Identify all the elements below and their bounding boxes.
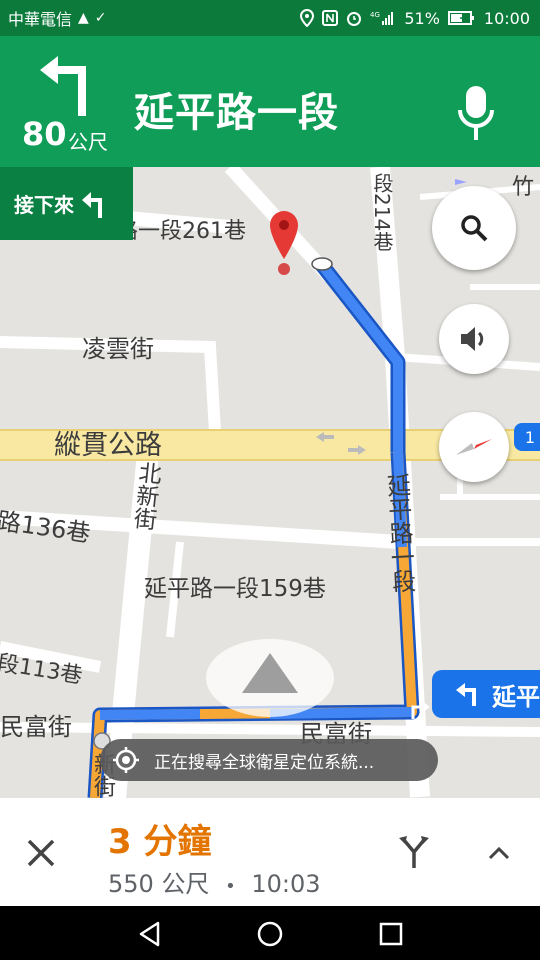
- system-navigation-bar: [0, 906, 540, 960]
- remaining-distance: 550 公尺: [108, 870, 210, 898]
- gps-banner-text: 正在搜尋全球衛星定位系統...: [154, 752, 375, 773]
- route-number-badge: 1: [514, 423, 540, 451]
- alarm-icon: [346, 10, 362, 26]
- clock: 10:00: [483, 8, 530, 28]
- nfc-icon: [322, 10, 339, 26]
- signal-4g-icon: 4G: [370, 10, 396, 26]
- next-label: 接下來: [14, 193, 74, 217]
- battery-percent: 51%: [404, 8, 440, 28]
- turn-left-arrow-icon: [40, 56, 86, 116]
- microphone-icon[interactable]: [456, 80, 496, 152]
- compass-button[interactable]: [439, 412, 509, 482]
- street-label-lane-159: 延平路一段159巷: [144, 576, 326, 602]
- street-label-lane-261: 路一段261巷: [116, 219, 246, 244]
- back-button-icon[interactable]: [136, 920, 164, 948]
- eta-separator: •: [225, 876, 236, 897]
- arrival-time: 10:03: [251, 870, 321, 898]
- current-location-marker: [206, 639, 334, 717]
- status-bar: 中華電信 ▲ ✓ 4G 51% 10:00: [0, 0, 540, 36]
- home-button-icon[interactable]: [256, 920, 284, 948]
- distance-value: 80: [22, 115, 67, 153]
- next-turn-left-icon: [82, 191, 102, 218]
- svg-text:4G: 4G: [370, 11, 380, 19]
- street-label-minfu-left: 民富街: [0, 713, 72, 741]
- search-icon: [461, 215, 488, 242]
- route-number: 1: [524, 427, 536, 447]
- alternate-routes-icon[interactable]: [396, 834, 432, 870]
- recents-button-icon[interactable]: [378, 921, 404, 947]
- street-label-yanping: 延平路一段: [381, 472, 417, 594]
- street-label-zhu: 竹: [512, 175, 535, 200]
- carrier-label: 中華電信: [8, 10, 73, 29]
- upcoming-street-name: 延平: [492, 682, 540, 711]
- trip-summary-panel[interactable]: 3 分鐘 550 公尺 • 10:03: [0, 798, 540, 906]
- distance-unit: 公尺: [68, 130, 108, 154]
- street-label-lane-214: 段214巷: [370, 173, 394, 252]
- battery-icon: [447, 10, 476, 26]
- upcoming-street-tag[interactable]: 延平: [432, 670, 540, 718]
- search-button[interactable]: [432, 186, 516, 270]
- eta-details: 550 公尺 • 10:03: [108, 864, 321, 899]
- eta-duration: 3 分鐘: [108, 822, 212, 862]
- close-icon[interactable]: [24, 836, 58, 870]
- location-icon: [300, 9, 315, 27]
- street-label-beixin: 北新街: [128, 459, 162, 532]
- compass-icon: [456, 439, 492, 455]
- navigation-arrow-icon: [242, 653, 298, 693]
- speaker-icon: [461, 327, 484, 351]
- navigation-header[interactable]: 80 公尺 延平路一段: [0, 36, 540, 167]
- street-label-lingyun: 凌雲街: [82, 335, 154, 363]
- check-icon: ✓: [94, 10, 107, 26]
- gps-searching-banner: 正在搜尋全球衛星定位系統...: [100, 739, 438, 781]
- chevron-up-icon[interactable]: [484, 840, 514, 866]
- sound-button[interactable]: [439, 304, 509, 374]
- current-street-name: 延平路一段: [134, 90, 339, 136]
- street-label-zongguan: 縱貫公路: [54, 430, 162, 461]
- signal-triangle-icon: ▲: [78, 10, 89, 26]
- gps-crosshair-icon: [113, 747, 139, 773]
- upcoming-turn-left-icon: [456, 683, 476, 706]
- next-turn-strip[interactable]: 接下來: [0, 167, 133, 240]
